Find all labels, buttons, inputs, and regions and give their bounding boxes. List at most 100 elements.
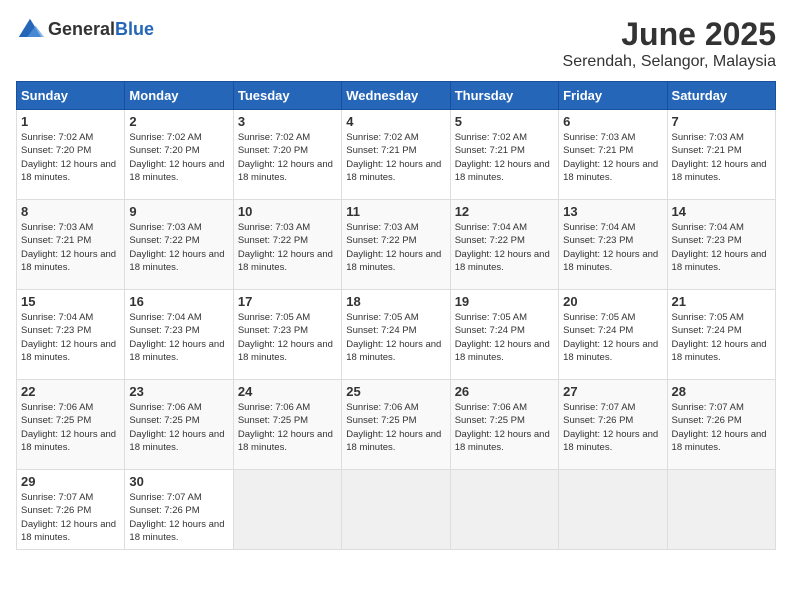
table-row: 10 Sunrise: 7:03 AMSunset: 7:22 PMDaylig… (233, 200, 341, 290)
day-number: 7 (672, 114, 771, 129)
table-row: 20 Sunrise: 7:05 AMSunset: 7:24 PMDaylig… (559, 290, 667, 380)
day-info: Sunrise: 7:02 AMSunset: 7:20 PMDaylight:… (21, 132, 116, 183)
table-row: 29 Sunrise: 7:07 AMSunset: 7:26 PMDaylig… (17, 470, 125, 550)
day-number: 5 (455, 114, 554, 129)
day-info: Sunrise: 7:06 AMSunset: 7:25 PMDaylight:… (238, 402, 333, 453)
table-row (667, 470, 775, 550)
day-info: Sunrise: 7:04 AMSunset: 7:23 PMDaylight:… (129, 312, 224, 363)
table-row: 18 Sunrise: 7:05 AMSunset: 7:24 PMDaylig… (342, 290, 450, 380)
calendar-week-row: 29 Sunrise: 7:07 AMSunset: 7:26 PMDaylig… (17, 470, 776, 550)
day-number: 17 (238, 294, 337, 309)
day-info: Sunrise: 7:04 AMSunset: 7:23 PMDaylight:… (21, 312, 116, 363)
calendar: Sunday Monday Tuesday Wednesday Thursday… (16, 81, 776, 550)
day-info: Sunrise: 7:07 AMSunset: 7:26 PMDaylight:… (129, 492, 224, 543)
day-number: 8 (21, 204, 120, 219)
table-row (233, 470, 341, 550)
day-info: Sunrise: 7:05 AMSunset: 7:24 PMDaylight:… (346, 312, 441, 363)
table-row: 21 Sunrise: 7:05 AMSunset: 7:24 PMDaylig… (667, 290, 775, 380)
day-number: 16 (129, 294, 228, 309)
title-section: June 2025 Serendah, Selangor, Malaysia (563, 16, 776, 71)
day-info: Sunrise: 7:03 AMSunset: 7:22 PMDaylight:… (238, 222, 333, 273)
day-info: Sunrise: 7:05 AMSunset: 7:24 PMDaylight:… (672, 312, 767, 363)
table-row: 9 Sunrise: 7:03 AMSunset: 7:22 PMDayligh… (125, 200, 233, 290)
calendar-week-row: 8 Sunrise: 7:03 AMSunset: 7:21 PMDayligh… (17, 200, 776, 290)
table-row: 24 Sunrise: 7:06 AMSunset: 7:25 PMDaylig… (233, 380, 341, 470)
table-row (450, 470, 558, 550)
day-info: Sunrise: 7:06 AMSunset: 7:25 PMDaylight:… (455, 402, 550, 453)
table-row: 19 Sunrise: 7:05 AMSunset: 7:24 PMDaylig… (450, 290, 558, 380)
table-row: 11 Sunrise: 7:03 AMSunset: 7:22 PMDaylig… (342, 200, 450, 290)
table-row: 15 Sunrise: 7:04 AMSunset: 7:23 PMDaylig… (17, 290, 125, 380)
logo-text-general: General (48, 19, 115, 39)
table-row: 7 Sunrise: 7:03 AMSunset: 7:21 PMDayligh… (667, 110, 775, 200)
logo: GeneralBlue (16, 16, 154, 44)
day-info: Sunrise: 7:02 AMSunset: 7:21 PMDaylight:… (346, 132, 441, 183)
day-info: Sunrise: 7:07 AMSunset: 7:26 PMDaylight:… (21, 492, 116, 543)
sub-title: Serendah, Selangor, Malaysia (563, 53, 776, 71)
day-info: Sunrise: 7:04 AMSunset: 7:22 PMDaylight:… (455, 222, 550, 273)
table-row: 13 Sunrise: 7:04 AMSunset: 7:23 PMDaylig… (559, 200, 667, 290)
day-number: 11 (346, 204, 445, 219)
table-row: 1 Sunrise: 7:02 AMSunset: 7:20 PMDayligh… (17, 110, 125, 200)
header-tuesday: Tuesday (233, 82, 341, 110)
header-friday: Friday (559, 82, 667, 110)
calendar-week-row: 1 Sunrise: 7:02 AMSunset: 7:20 PMDayligh… (17, 110, 776, 200)
day-number: 25 (346, 384, 445, 399)
day-number: 14 (672, 204, 771, 219)
day-number: 3 (238, 114, 337, 129)
header: GeneralBlue June 2025 Serendah, Selangor… (16, 16, 776, 71)
day-info: Sunrise: 7:06 AMSunset: 7:25 PMDaylight:… (21, 402, 116, 453)
day-info: Sunrise: 7:03 AMSunset: 7:22 PMDaylight:… (346, 222, 441, 273)
day-info: Sunrise: 7:07 AMSunset: 7:26 PMDaylight:… (672, 402, 767, 453)
day-info: Sunrise: 7:03 AMSunset: 7:21 PMDaylight:… (672, 132, 767, 183)
day-number: 23 (129, 384, 228, 399)
table-row: 16 Sunrise: 7:04 AMSunset: 7:23 PMDaylig… (125, 290, 233, 380)
table-row: 14 Sunrise: 7:04 AMSunset: 7:23 PMDaylig… (667, 200, 775, 290)
day-number: 6 (563, 114, 662, 129)
day-info: Sunrise: 7:07 AMSunset: 7:26 PMDaylight:… (563, 402, 658, 453)
day-number: 22 (21, 384, 120, 399)
table-row: 23 Sunrise: 7:06 AMSunset: 7:25 PMDaylig… (125, 380, 233, 470)
table-row: 22 Sunrise: 7:06 AMSunset: 7:25 PMDaylig… (17, 380, 125, 470)
table-row: 8 Sunrise: 7:03 AMSunset: 7:21 PMDayligh… (17, 200, 125, 290)
day-info: Sunrise: 7:05 AMSunset: 7:24 PMDaylight:… (563, 312, 658, 363)
calendar-week-row: 22 Sunrise: 7:06 AMSunset: 7:25 PMDaylig… (17, 380, 776, 470)
day-number: 15 (21, 294, 120, 309)
header-thursday: Thursday (450, 82, 558, 110)
day-info: Sunrise: 7:03 AMSunset: 7:21 PMDaylight:… (563, 132, 658, 183)
table-row: 5 Sunrise: 7:02 AMSunset: 7:21 PMDayligh… (450, 110, 558, 200)
day-number: 12 (455, 204, 554, 219)
table-row (342, 470, 450, 550)
table-row: 12 Sunrise: 7:04 AMSunset: 7:22 PMDaylig… (450, 200, 558, 290)
day-info: Sunrise: 7:03 AMSunset: 7:22 PMDaylight:… (129, 222, 224, 273)
day-info: Sunrise: 7:04 AMSunset: 7:23 PMDaylight:… (672, 222, 767, 273)
calendar-week-row: 15 Sunrise: 7:04 AMSunset: 7:23 PMDaylig… (17, 290, 776, 380)
day-number: 26 (455, 384, 554, 399)
day-info: Sunrise: 7:06 AMSunset: 7:25 PMDaylight:… (346, 402, 441, 453)
day-number: 4 (346, 114, 445, 129)
day-info: Sunrise: 7:04 AMSunset: 7:23 PMDaylight:… (563, 222, 658, 273)
header-monday: Monday (125, 82, 233, 110)
table-row: 26 Sunrise: 7:06 AMSunset: 7:25 PMDaylig… (450, 380, 558, 470)
day-number: 19 (455, 294, 554, 309)
day-info: Sunrise: 7:02 AMSunset: 7:21 PMDaylight:… (455, 132, 550, 183)
day-number: 20 (563, 294, 662, 309)
table-row: 17 Sunrise: 7:05 AMSunset: 7:23 PMDaylig… (233, 290, 341, 380)
weekday-header-row: Sunday Monday Tuesday Wednesday Thursday… (17, 82, 776, 110)
table-row: 30 Sunrise: 7:07 AMSunset: 7:26 PMDaylig… (125, 470, 233, 550)
day-number: 1 (21, 114, 120, 129)
day-number: 24 (238, 384, 337, 399)
logo-text-blue: Blue (115, 19, 154, 39)
logo-icon (16, 16, 44, 44)
day-info: Sunrise: 7:03 AMSunset: 7:21 PMDaylight:… (21, 222, 116, 273)
day-number: 2 (129, 114, 228, 129)
table-row: 2 Sunrise: 7:02 AMSunset: 7:20 PMDayligh… (125, 110, 233, 200)
day-info: Sunrise: 7:05 AMSunset: 7:24 PMDaylight:… (455, 312, 550, 363)
day-number: 30 (129, 474, 228, 489)
day-number: 21 (672, 294, 771, 309)
main-title: June 2025 (563, 16, 776, 53)
day-number: 9 (129, 204, 228, 219)
day-number: 29 (21, 474, 120, 489)
header-saturday: Saturday (667, 82, 775, 110)
day-number: 28 (672, 384, 771, 399)
